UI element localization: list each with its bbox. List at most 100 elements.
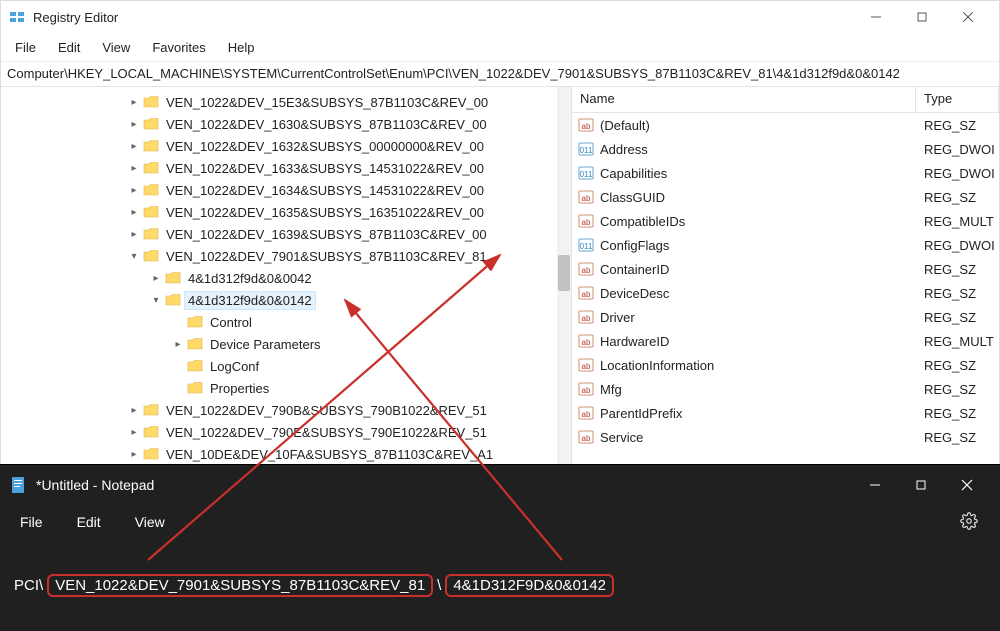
value-row[interactable]: abDeviceDescREG_SZ: [572, 281, 999, 305]
tree-item[interactable]: ▸Device Parameters: [1, 333, 571, 355]
titlebar[interactable]: Registry Editor: [1, 1, 999, 33]
value-type: REG_SZ: [916, 358, 999, 373]
address-bar[interactable]: Computer\HKEY_LOCAL_MACHINE\SYSTEM\Curre…: [1, 61, 999, 87]
close-button[interactable]: [945, 2, 991, 32]
chevron-icon[interactable]: ▸: [127, 141, 141, 152]
tree-item[interactable]: LogConf: [1, 355, 571, 377]
value-type: REG_SZ: [916, 262, 999, 277]
tree-item[interactable]: Control: [1, 311, 571, 333]
chevron-icon[interactable]: ▸: [127, 229, 141, 240]
maximize-button[interactable]: [899, 2, 945, 32]
tree-scrollbar[interactable]: [557, 87, 571, 477]
column-name[interactable]: Name: [572, 87, 916, 112]
minimize-button[interactable]: [853, 2, 899, 32]
value-name: Service: [600, 430, 643, 445]
tree-item[interactable]: ▸ VEN_1022&DEV_1632&SUBSYS_00000000&REV_0…: [1, 135, 571, 157]
notepad-title: *Untitled - Notepad: [36, 477, 852, 493]
value-type: REG_DWOI: [916, 238, 999, 253]
tree-item[interactable]: ▸ VEN_1022&DEV_790E&SUBSYS_790E1022&REV_5…: [1, 421, 571, 443]
tree-panel[interactable]: ▸VEN_1022&DEV_15E3&SUBSYS_87B1103C&REV_0…: [1, 87, 571, 477]
chevron-icon[interactable]: ▸: [127, 185, 141, 196]
folder-icon: [165, 293, 181, 307]
value-name: Capabilities: [600, 166, 667, 181]
value-row[interactable]: abContainerIDREG_SZ: [572, 257, 999, 281]
value-row[interactable]: 011ConfigFlagsREG_DWOI: [572, 233, 999, 257]
notepad-menu-file[interactable]: File: [12, 510, 51, 534]
svg-text:ab: ab: [582, 314, 591, 323]
notepad-close-button[interactable]: [944, 470, 990, 500]
folder-icon: [143, 447, 159, 461]
settings-icon[interactable]: [960, 512, 978, 533]
tree-item[interactable]: Properties: [1, 377, 571, 399]
scrollbar-thumb[interactable]: [558, 255, 570, 291]
tree-item[interactable]: ▸VEN_10DE&DEV_10FA&SUBSYS_87B1103C&REV_A…: [1, 443, 571, 465]
folder-icon: [143, 227, 159, 241]
registry-editor-window: Registry Editor File Edit View Favorites…: [0, 0, 1000, 478]
chevron-icon[interactable]: ▸: [171, 339, 185, 350]
folder-icon: [143, 425, 159, 439]
values-header[interactable]: Name Type: [572, 87, 999, 113]
tree-item[interactable]: ▾4&1d312f9d&0&0142: [1, 289, 571, 311]
tree-item[interactable]: ▸VEN_1022&DEV_1633&SUBSYS_14531022&REV_0…: [1, 157, 571, 179]
chevron-icon[interactable]: ▸: [127, 119, 141, 130]
tree-item[interactable]: ▸VEN_1022&DEV_1630&SUBSYS_87B1103C&REV_0…: [1, 113, 571, 135]
menu-view[interactable]: View: [92, 36, 140, 59]
value-row[interactable]: 011AddressREG_DWOI: [572, 137, 999, 161]
chevron-icon[interactable]: ▸: [149, 273, 163, 284]
tree-item[interactable]: ▸VEN_1022&DEV_790B&SUBSYS_790B1022&REV_5…: [1, 399, 571, 421]
svg-text:ab: ab: [582, 386, 591, 395]
column-type[interactable]: Type: [916, 87, 999, 112]
tree-item[interactable]: ▾VEN_1022&DEV_7901&SUBSYS_87B1103C&REV_8…: [1, 245, 571, 267]
value-row[interactable]: abHardwareIDREG_MULT: [572, 329, 999, 353]
tree-item[interactable]: ▸VEN_1022&DEV_1639&SUBSYS_87B1103C&REV_0…: [1, 223, 571, 245]
chevron-icon[interactable]: ▸: [127, 207, 141, 218]
folder-icon: [143, 403, 159, 417]
tree-item[interactable]: ▸ VEN_1022&DEV_1635&SUBSYS_16351022&REV_0…: [1, 201, 571, 223]
value-row[interactable]: abCompatibleIDsREG_MULT: [572, 209, 999, 233]
value-row[interactable]: abLocationInformationREG_SZ: [572, 353, 999, 377]
value-row[interactable]: abClassGUIDREG_SZ: [572, 185, 999, 209]
menu-file[interactable]: File: [5, 36, 46, 59]
value-row[interactable]: ab(Default)REG_SZ: [572, 113, 999, 137]
notepad-titlebar[interactable]: *Untitled - Notepad: [0, 465, 1000, 505]
chevron-icon[interactable]: ▸: [127, 427, 141, 438]
notepad-minimize-button[interactable]: [852, 470, 898, 500]
value-row[interactable]: ab Mfg REG_SZ: [572, 377, 999, 401]
notepad-menu-view[interactable]: View: [127, 510, 173, 534]
chevron-icon[interactable]: ▸: [127, 405, 141, 416]
menu-favorites[interactable]: Favorites: [142, 36, 215, 59]
svg-text:ab: ab: [582, 290, 591, 299]
tree-label: VEN_1022&DEV_1634&SUBSYS_14531022&REV_00: [163, 182, 487, 199]
value-row[interactable]: abDriverREG_SZ: [572, 305, 999, 329]
chevron-icon[interactable]: ▸: [127, 163, 141, 174]
value-row[interactable]: 011CapabilitiesREG_DWOI: [572, 161, 999, 185]
values-list[interactable]: ab(Default)REG_SZ011AddressREG_DWOI011Ca…: [572, 113, 999, 477]
value-type: REG_SZ: [916, 382, 999, 397]
tree-label: VEN_1022&DEV_790E&SUBSYS_790E1022&REV_51: [163, 424, 490, 441]
value-type: REG_SZ: [916, 190, 999, 205]
chevron-icon[interactable]: ▾: [127, 251, 141, 262]
value-name: Mfg: [600, 382, 622, 397]
value-row[interactable]: abServiceREG_SZ: [572, 425, 999, 449]
notepad-maximize-button[interactable]: [898, 470, 944, 500]
chevron-icon[interactable]: ▸: [127, 97, 141, 108]
value-type-icon: ab: [578, 189, 594, 205]
value-name: HardwareID: [600, 334, 669, 349]
tree-label: VEN_1022&DEV_1632&SUBSYS_00000000&REV_00: [163, 138, 487, 155]
svg-text:ab: ab: [582, 122, 591, 131]
chevron-icon[interactable]: ▸: [127, 449, 141, 460]
value-name: ContainerID: [600, 262, 669, 277]
notepad-menu-edit[interactable]: Edit: [69, 510, 109, 534]
value-row[interactable]: abParentIdPrefixREG_SZ: [572, 401, 999, 425]
tree-label: VEN_1022&DEV_1635&SUBSYS_16351022&REV_00: [163, 204, 487, 221]
menu-help[interactable]: Help: [218, 36, 265, 59]
notepad-text-area[interactable]: PCI\ VEN_1022&DEV_7901&SUBSYS_87B1103C&R…: [0, 539, 1000, 631]
notepad-icon: [10, 475, 26, 495]
tree-item[interactable]: ▸4&1d312f9d&0&0042: [1, 267, 571, 289]
svg-text:ab: ab: [582, 434, 591, 443]
value-type-icon: ab: [578, 405, 594, 421]
tree-item[interactable]: ▸VEN_1022&DEV_15E3&SUBSYS_87B1103C&REV_0…: [1, 91, 571, 113]
menu-edit[interactable]: Edit: [48, 36, 90, 59]
chevron-icon[interactable]: ▾: [149, 295, 163, 306]
tree-item[interactable]: ▸ VEN_1022&DEV_1634&SUBSYS_14531022&REV_0…: [1, 179, 571, 201]
